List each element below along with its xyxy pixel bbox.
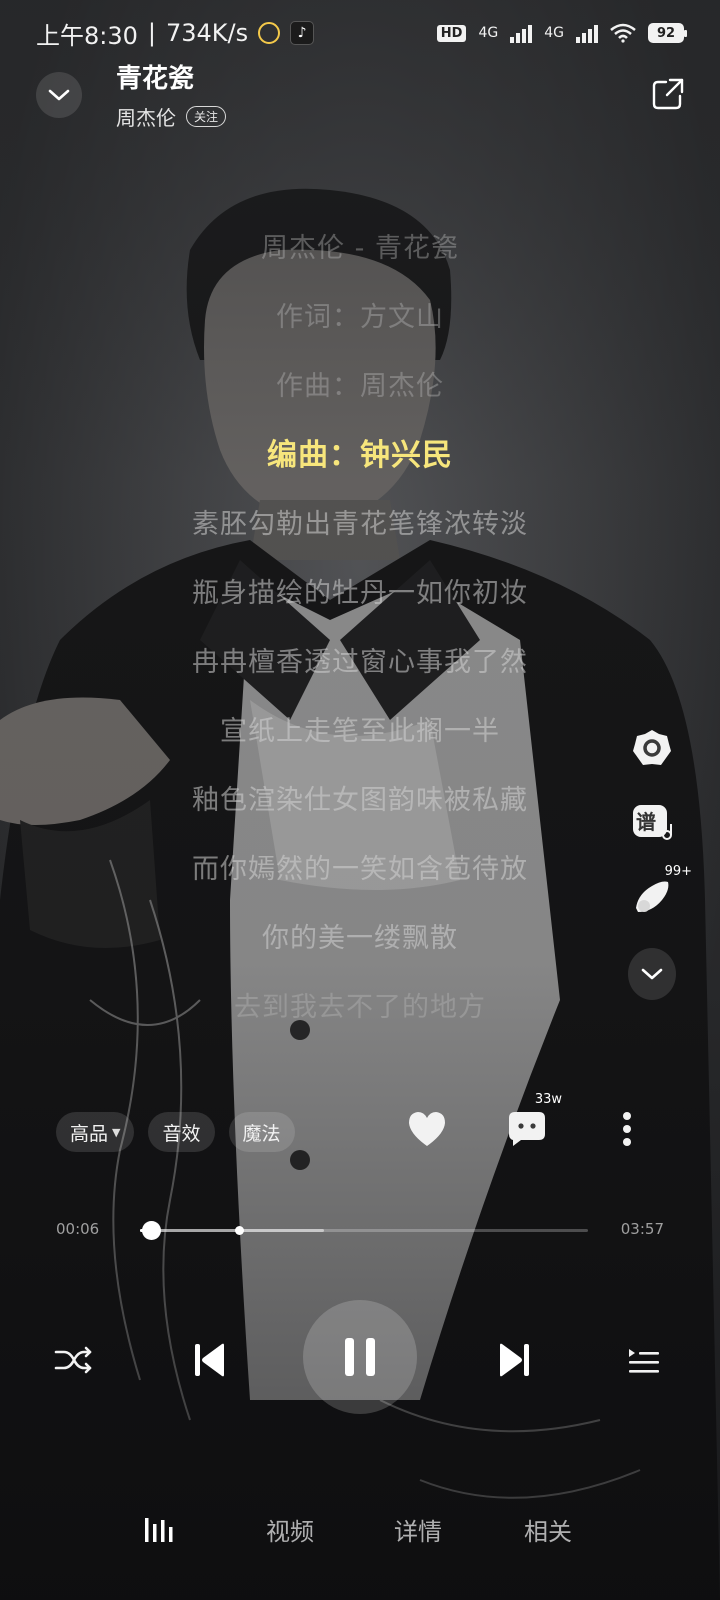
caret-down-icon: ▼ bbox=[112, 1125, 121, 1139]
current-time: 00:06 bbox=[56, 1220, 100, 1238]
signal-icon-2 bbox=[576, 23, 598, 43]
status-speed: 734K/s bbox=[166, 19, 249, 47]
pause-icon bbox=[345, 1338, 375, 1376]
comments-button[interactable]: 99+ bbox=[628, 864, 692, 920]
lyric-settings-button[interactable] bbox=[628, 724, 676, 772]
playlist-icon bbox=[629, 1349, 659, 1373]
comment-count: 33w bbox=[534, 1092, 562, 1107]
bottom-tabs: 视频 详情 相关 bbox=[0, 1512, 720, 1572]
follow-button[interactable]: 关注 bbox=[186, 106, 227, 127]
artist-name[interactable]: 周杰伦 bbox=[116, 102, 176, 131]
next-button[interactable] bbox=[486, 1332, 542, 1388]
share-icon[interactable] bbox=[650, 76, 686, 112]
alarm-icon bbox=[258, 22, 281, 44]
status-time: 上午8:30 bbox=[36, 21, 138, 50]
like-button[interactable] bbox=[404, 1106, 450, 1152]
chevron-down-icon bbox=[48, 89, 70, 101]
progress-row: 00:06 03:57 bbox=[0, 1216, 720, 1246]
song-title: 青花瓷 bbox=[116, 64, 195, 94]
chevron-down-icon bbox=[641, 968, 663, 980]
quality-dropdown[interactable]: 高品 ▼ bbox=[56, 1112, 135, 1152]
previous-button[interactable] bbox=[182, 1332, 238, 1388]
progress-buffered bbox=[140, 1229, 324, 1232]
scroll-down-circle bbox=[628, 948, 676, 1000]
flower-settings-icon bbox=[633, 730, 671, 765]
lyric-line[interactable]: 瓶身描绘的牡丹一如你初妆 bbox=[0, 559, 720, 628]
shuffle-icon bbox=[54, 1346, 92, 1374]
comet-icon bbox=[636, 881, 669, 912]
heart-icon bbox=[409, 1112, 445, 1146]
collapse-button[interactable] bbox=[36, 72, 82, 118]
lyric-line[interactable]: 去到我去不了的地方 bbox=[0, 973, 720, 1042]
pause-button[interactable] bbox=[303, 1300, 417, 1414]
tiktok-icon: ♪ bbox=[290, 21, 315, 45]
skip-previous-icon bbox=[195, 1343, 224, 1377]
progress-track[interactable] bbox=[140, 1221, 588, 1240]
network-label-1: 4G bbox=[478, 25, 499, 41]
lyric-line[interactable]: 而你嫣然的一笑如含苞待放 bbox=[0, 835, 720, 904]
comments-badge: 99+ bbox=[664, 864, 692, 879]
artist-row: 周杰伦 关注 bbox=[116, 102, 227, 131]
quality-label: 高品 bbox=[70, 1122, 109, 1145]
magic-button[interactable]: 魔法 bbox=[228, 1112, 295, 1152]
network-label-2: 4G bbox=[544, 25, 564, 41]
status-separator: | bbox=[147, 19, 156, 47]
wifi-icon bbox=[610, 23, 636, 43]
skip-next-icon bbox=[500, 1343, 529, 1377]
lyric-line[interactable]: 周杰伦 - 青花瓷 bbox=[0, 214, 720, 283]
score-button[interactable]: 谱 bbox=[628, 798, 676, 846]
progress-marker bbox=[234, 1226, 244, 1235]
sound-effect-button[interactable]: 音效 bbox=[148, 1112, 215, 1152]
tab-video[interactable]: 视频 bbox=[266, 1512, 314, 1547]
lyric-line-active[interactable]: 编曲：钟兴民 bbox=[0, 421, 720, 490]
tab-player[interactable] bbox=[144, 1518, 178, 1548]
scroll-down-button[interactable] bbox=[628, 948, 676, 1000]
lyric-line[interactable]: 作词：方文山 bbox=[0, 283, 720, 352]
score-label: 谱 bbox=[636, 810, 656, 834]
more-vertical-icon bbox=[623, 1112, 631, 1146]
equalizer-bars-icon bbox=[145, 1518, 173, 1542]
comment-button[interactable]: 33w bbox=[504, 1092, 562, 1152]
player-screen: 上午8:30 | 734K/s ♪ HD 4G 4G 92 青花瓷 周杰伦 关注… bbox=[0, 0, 720, 1600]
lyrics-panel[interactable]: 周杰伦 - 青花瓷 作词：方文山 作曲：周杰伦 编曲：钟兴民 素胚勾勒出青花笔锋… bbox=[0, 214, 720, 1042]
action-icons: 33w bbox=[404, 1092, 650, 1152]
tab-related[interactable]: 相关 bbox=[524, 1512, 572, 1547]
lyric-line[interactable]: 作曲：周杰伦 bbox=[0, 352, 720, 421]
more-button[interactable] bbox=[604, 1106, 650, 1152]
lyric-line[interactable]: 宣纸上走笔至此搁一半 bbox=[0, 697, 720, 766]
battery-icon: 92 bbox=[648, 23, 687, 43]
lyric-line[interactable]: 冉冉檀香透过窗心事我了然 bbox=[0, 628, 720, 697]
tab-detail[interactable]: 详情 bbox=[394, 1512, 442, 1547]
side-toolbar: 谱 99+ bbox=[628, 724, 692, 1000]
signal-icon bbox=[510, 23, 533, 43]
playback-controls bbox=[0, 1300, 720, 1420]
status-bar: 上午8:30 | 734K/s ♪ HD 4G 4G 92 bbox=[0, 0, 720, 66]
comment-icon bbox=[509, 1112, 545, 1146]
quality-row: 高品 ▼ 音效 魔法 bbox=[56, 1112, 295, 1152]
shuffle-button[interactable] bbox=[50, 1336, 98, 1384]
lyric-line[interactable]: 釉色渲染仕女图韵味被私藏 bbox=[0, 766, 720, 835]
lyric-line[interactable]: 素胚勾勒出青花笔锋浓转淡 bbox=[0, 490, 720, 559]
total-time: 03:57 bbox=[620, 1220, 664, 1238]
lyric-line[interactable]: 你的美一缕飘散 bbox=[0, 904, 720, 973]
playlist-button[interactable] bbox=[620, 1336, 668, 1384]
progress-thumb[interactable] bbox=[142, 1221, 162, 1240]
hd-icon: HD bbox=[436, 24, 467, 42]
